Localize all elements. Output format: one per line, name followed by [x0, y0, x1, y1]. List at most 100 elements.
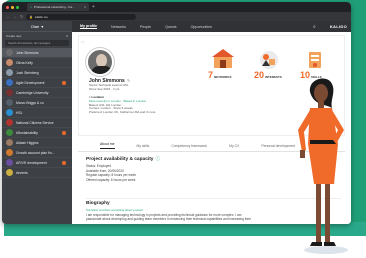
topnav-tab[interactable]: Quests: [165, 25, 176, 29]
topnav-tab[interactable]: My profile: [80, 24, 97, 29]
avatar: [6, 69, 13, 76]
create-new-row[interactable]: Create new ≡: [2, 32, 72, 39]
interests-label: INTERESTS: [265, 75, 282, 79]
networks-illustration-icon: [212, 49, 234, 68]
sidebar-item[interactable]: Alistair Higgins: [2, 138, 72, 148]
sidebar-item[interactable]: Marco Briggs & co: [2, 98, 72, 108]
lock-icon: 🔒: [29, 14, 34, 19]
avatar: [6, 59, 13, 66]
interests-stat[interactable]: 20 INTERESTS: [254, 46, 292, 82]
tenure-line: Since Sep 2015 · 4 yrs: [89, 86, 120, 91]
sidebar-item[interactable]: AR/VR development: [2, 158, 72, 168]
sidebar-header[interactable]: Olari ▾: [2, 21, 72, 32]
interests-illustration-icon: [260, 51, 278, 69]
sidebar-item[interactable]: John Simmons: [2, 48, 72, 58]
sidebar-item-label: HSL: [16, 110, 23, 115]
forward-icon[interactable]: →: [13, 14, 17, 19]
sidebar: Olari ▾ Create new ≡ Search all networks…: [2, 21, 72, 224]
networks-count: 7 NETWORKS: [208, 70, 232, 80]
skills-illustration-icon: [309, 52, 321, 68]
sidebar-item-label: AR/VR development: [16, 160, 47, 165]
sidebar-item[interactable]: Agile Development: [2, 78, 72, 88]
avatar: [6, 169, 13, 176]
profile-tab[interactable]: My skills: [137, 144, 150, 148]
interests-count: 20 INTERESTS: [254, 70, 282, 80]
filter-icon[interactable]: ≡: [66, 34, 68, 38]
tab-title: Professional networking - Ka...: [33, 5, 75, 9]
sidebar-item[interactable]: Olivia Kelly: [2, 58, 72, 68]
sidebar-item[interactable]: Growth account plan fin...: [2, 148, 72, 158]
search-icon[interactable]: ⌕: [313, 24, 316, 30]
minimize-window-dot[interactable]: [11, 5, 14, 9]
profile-photo[interactable]: [86, 48, 114, 76]
avatar: [6, 109, 13, 116]
notification-badge: [62, 160, 66, 165]
sidebar-item-label: #Sustainability: [16, 130, 38, 135]
profile-role: Senior Technical Lead at HSL Since Sep 2…: [89, 83, 128, 92]
avatar: [6, 129, 13, 136]
new-tab-icon[interactable]: +: [92, 4, 95, 10]
sidebar-item[interactable]: National Citizens Service: [2, 118, 72, 128]
create-new-label: Create new: [6, 33, 22, 38]
avatar: [6, 119, 13, 126]
top-navigation: My profile Networks People Quests Opportunit…: [72, 21, 351, 32]
profile-tab[interactable]: About me: [100, 142, 115, 149]
notification-badge: [62, 80, 66, 85]
avatar: [6, 49, 13, 56]
sidebar-search-input[interactable]: Search all networks, all messages: [5, 40, 69, 46]
sidebar-item-label: Josh Steinberg: [16, 70, 39, 75]
topnav-tab[interactable]: People: [140, 25, 151, 29]
brand-logo: KALIDO: [329, 24, 347, 29]
topnav-tab[interactable]: Opportunities: [191, 25, 212, 29]
address-bar[interactable]: 🔒 kalido.me: [26, 13, 137, 20]
sidebar-item-label: #events: [16, 170, 28, 175]
sidebar-item-label: Alistair Higgins: [16, 140, 39, 145]
location-block: ⌖ Location Most recently in London · Bas…: [89, 95, 156, 115]
sidebar-item[interactable]: HSL: [2, 108, 72, 118]
avatar: [6, 79, 13, 86]
sidebar-item-label: National Citizens Service: [16, 120, 54, 125]
interests-value: 20: [254, 70, 265, 80]
avatar: [6, 159, 13, 166]
profile-tab[interactable]: Competency framework: [171, 144, 207, 148]
browser-urlbar: ← → ↻ 🔒 kalido.me: [2, 12, 351, 21]
chevron-down-icon: ▾: [41, 23, 44, 29]
sidebar-item-label: Agile Development: [16, 80, 45, 85]
woman-illustration: [298, 78, 348, 254]
availability-title-text: Project availability & capacity: [86, 157, 154, 162]
avatar: [6, 89, 13, 96]
location-preferred: Preferred: London UK, California USA and…: [89, 110, 156, 115]
sidebar-item-label: Marco Briggs & co: [16, 100, 44, 105]
back-icon[interactable]: ←: [6, 14, 10, 19]
tab-close-icon[interactable]: ×: [84, 5, 86, 9]
sidebar-item[interactable]: Josh Steinberg: [2, 68, 72, 78]
reload-icon[interactable]: ↻: [20, 14, 23, 19]
browser-tab[interactable]: ● Professional networking - Ka... ×: [27, 3, 89, 11]
networks-label: NETWORKS: [214, 75, 232, 79]
screenshot-stage: ● Professional networking - Ka... × + ← …: [0, 0, 366, 258]
sidebar-item-label: Cambridge University: [16, 90, 49, 95]
sidebar-list: John Simmons Olivia Kelly Josh Steinberg Ag…: [2, 48, 72, 178]
avatar: [6, 149, 13, 156]
tab-favicon-icon: ●: [30, 5, 32, 9]
sidebar-title: Olari: [30, 23, 40, 29]
maximize-window-dot[interactable]: [16, 5, 19, 9]
sidebar-item[interactable]: Cambridge University: [2, 88, 72, 98]
help-icon[interactable]: ⓘ: [155, 157, 160, 162]
topnav-tab[interactable]: Networks: [111, 25, 126, 29]
sidebar-item-label: Growth account plan fin...: [16, 150, 55, 155]
notification-badge: [62, 130, 66, 135]
networks-value: 7: [208, 70, 214, 80]
close-window-dot[interactable]: [6, 5, 9, 9]
avatar: [6, 99, 13, 106]
sidebar-item[interactable]: #events: [2, 168, 72, 178]
sidebar-item[interactable]: #Sustainability: [2, 128, 72, 138]
avatar: [6, 139, 13, 146]
address-text: kalido.me: [35, 14, 48, 19]
sidebar-search-placeholder: Search all networks, all messages: [8, 41, 51, 45]
profile-tab[interactable]: My CV: [229, 144, 239, 148]
browser-tabbar: ● Professional networking - Ka... × +: [2, 2, 351, 12]
heart-icon[interactable]: ♡: [81, 40, 85, 45]
networks-stat[interactable]: 7 NETWORKS: [208, 46, 246, 82]
sidebar-item-label: John Simmons: [16, 50, 39, 55]
